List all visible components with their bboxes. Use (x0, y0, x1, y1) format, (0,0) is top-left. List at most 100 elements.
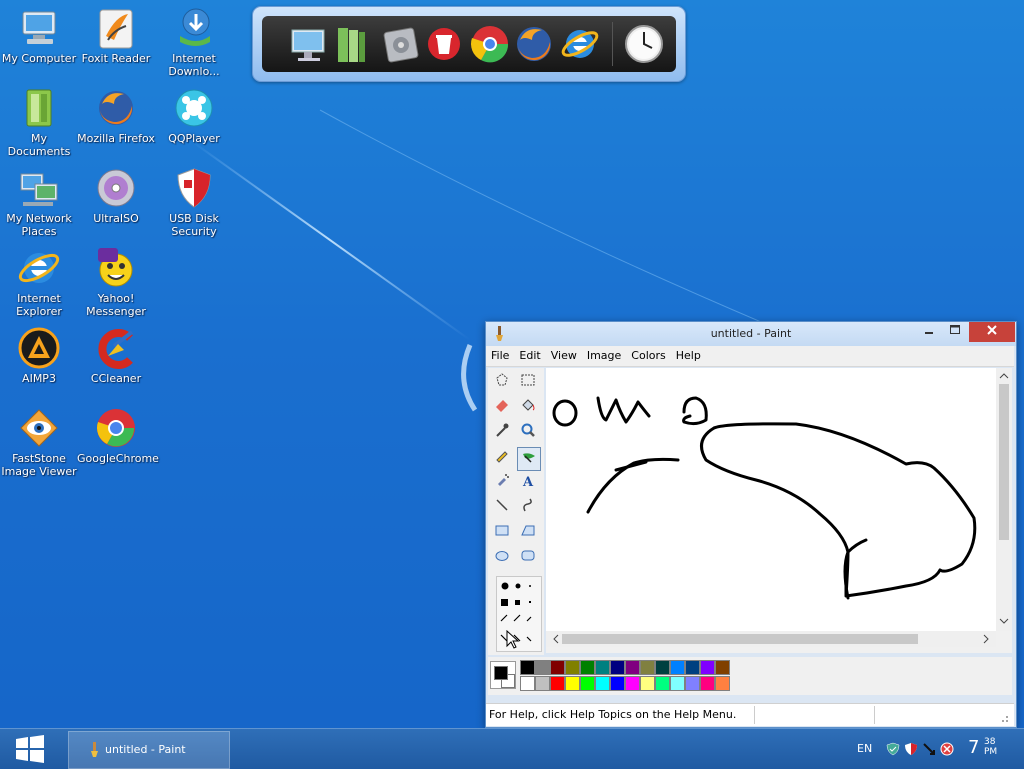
primary-color[interactable] (494, 666, 508, 680)
shield-icon[interactable] (904, 742, 918, 756)
rounded-rectangle-tool[interactable] (517, 547, 539, 569)
color-picker-tool[interactable] (491, 422, 513, 444)
palette-swatch[interactable] (640, 676, 655, 691)
paint-titlebar[interactable]: untitled - Paint (486, 322, 1016, 346)
curve-tool[interactable] (517, 497, 539, 519)
desktop-icon-my-computer[interactable]: My Computer (0, 4, 78, 82)
palette-swatch[interactable] (550, 660, 565, 675)
palette-swatch[interactable] (625, 676, 640, 691)
vertical-scroll-thumb[interactable] (999, 384, 1009, 540)
palette-swatch[interactable] (610, 676, 625, 691)
palette-swatch[interactable] (580, 660, 595, 675)
desktop-icon-ultraiso[interactable]: UltraISO (77, 164, 155, 242)
desktop-icon-internet-explorer[interactable]: Internet Explorer (0, 244, 78, 322)
palette-swatch[interactable] (565, 676, 580, 691)
desktop-icon-label: Internet Downlo... (168, 52, 220, 78)
palette-swatch[interactable] (595, 660, 610, 675)
minimize-button[interactable] (916, 322, 942, 342)
free-select-tool[interactable] (491, 372, 513, 394)
horizontal-scroll-thumb[interactable] (562, 634, 918, 644)
desktop-icon-google-chrome[interactable]: GoogleChrome (77, 404, 159, 482)
monitor-icon[interactable] (290, 24, 330, 64)
desktop-icon-faststone-image-viewer[interactable]: FastStone Image Viewer (0, 404, 78, 482)
close-button[interactable] (969, 322, 1015, 342)
vertical-scrollbar[interactable] (996, 368, 1012, 631)
drawing-canvas[interactable] (546, 368, 996, 631)
palette-swatch[interactable] (520, 676, 535, 691)
palette-swatch[interactable] (625, 660, 640, 675)
security-check-icon[interactable] (886, 742, 900, 756)
settings-disc-icon[interactable] (380, 24, 420, 64)
palette-swatch[interactable] (535, 676, 550, 691)
current-colors[interactable] (490, 661, 516, 689)
eraser-tool[interactable] (491, 397, 513, 419)
scroll-right-icon (983, 634, 989, 644)
freehand-drawing (552, 396, 977, 600)
recycle-bin-icon[interactable] (424, 24, 464, 64)
palette-swatch[interactable] (655, 676, 670, 691)
fill-tool[interactable] (517, 397, 539, 419)
desktop-icon-mozilla-firefox[interactable]: Mozilla Firefox (77, 84, 155, 162)
firefox-icon[interactable] (514, 24, 554, 64)
palette-swatch[interactable] (715, 676, 730, 691)
menu-colors[interactable]: Colors (626, 346, 670, 366)
menu-view[interactable]: View (546, 346, 582, 366)
desktop-icon-usb-disk-security[interactable]: USB Disk Security (155, 164, 233, 242)
library-icon[interactable] (332, 24, 372, 64)
menu-file[interactable]: File (486, 346, 514, 366)
maximize-button[interactable] (942, 322, 968, 342)
menu-edit[interactable]: Edit (514, 346, 545, 366)
palette-swatch[interactable] (670, 676, 685, 691)
desktop-icon-yahoo-messenger[interactable]: Yahoo! Messenger (77, 244, 155, 322)
palette-swatch[interactable] (655, 660, 670, 675)
horizontal-scrollbar[interactable] (546, 631, 996, 647)
palette-swatch[interactable] (550, 676, 565, 691)
desktop-icon-label: My Documents (7, 132, 71, 158)
error-icon[interactable] (940, 742, 954, 756)
palette-swatch[interactable] (670, 660, 685, 675)
text-tool[interactable]: A (517, 472, 539, 494)
palette-swatch[interactable] (610, 660, 625, 675)
menu-image[interactable]: Image (582, 346, 626, 366)
palette-swatch[interactable] (700, 660, 715, 675)
desktop-icon-ccleaner[interactable]: CCleaner (77, 324, 155, 402)
clock-icon[interactable] (624, 24, 664, 64)
desktop-icon-label: CCleaner (90, 372, 142, 385)
palette-swatch[interactable] (520, 660, 535, 675)
taskbar-clock[interactable]: 7 38 PM (966, 735, 1020, 763)
chrome-icon[interactable] (470, 24, 510, 64)
desktop-icon-my-network-places[interactable]: My Network Places (0, 164, 78, 242)
palette-swatch[interactable] (685, 660, 700, 675)
polygon-tool[interactable] (517, 522, 539, 544)
language-indicator[interactable]: EN (857, 742, 872, 755)
palette-swatch[interactable] (700, 676, 715, 691)
desktop-icon-qqplayer[interactable]: QQPlayer (155, 84, 233, 162)
network-disconnected-icon[interactable] (922, 742, 936, 756)
taskbar-item-paint[interactable]: untitled - Paint (68, 731, 230, 769)
palette-swatch[interactable] (685, 676, 700, 691)
foxit-reader-icon (94, 6, 138, 50)
palette-swatch[interactable] (580, 676, 595, 691)
magnifier-tool[interactable] (517, 422, 539, 444)
palette-swatch[interactable] (535, 660, 550, 675)
desktop-icon-foxit-reader[interactable]: Foxit Reader (77, 4, 155, 82)
desktop-icon-internet-download-manager[interactable]: Internet Downlo... (155, 4, 233, 82)
palette-swatch[interactable] (565, 660, 580, 675)
ellipse-tool[interactable] (491, 547, 513, 569)
palette-swatch[interactable] (715, 660, 730, 675)
palette-swatch[interactable] (640, 660, 655, 675)
line-tool[interactable] (491, 497, 513, 519)
dock-separator (612, 22, 613, 66)
desktop-icon-my-documents[interactable]: My Documents (0, 84, 78, 162)
rectangle-tool[interactable] (491, 522, 513, 544)
pencil-tool[interactable] (491, 447, 513, 469)
palette-swatch[interactable] (595, 676, 610, 691)
airbrush-tool[interactable] (491, 472, 513, 494)
brush-tool[interactable] (517, 447, 541, 471)
start-button[interactable] (0, 729, 60, 769)
menu-help[interactable]: Help (671, 346, 706, 366)
internet-explorer-icon[interactable] (560, 24, 600, 64)
desktop-icon-aimp3[interactable]: AIMP3 (0, 324, 78, 402)
resize-grip-icon[interactable] (998, 712, 1010, 724)
rect-select-tool[interactable] (517, 372, 539, 394)
